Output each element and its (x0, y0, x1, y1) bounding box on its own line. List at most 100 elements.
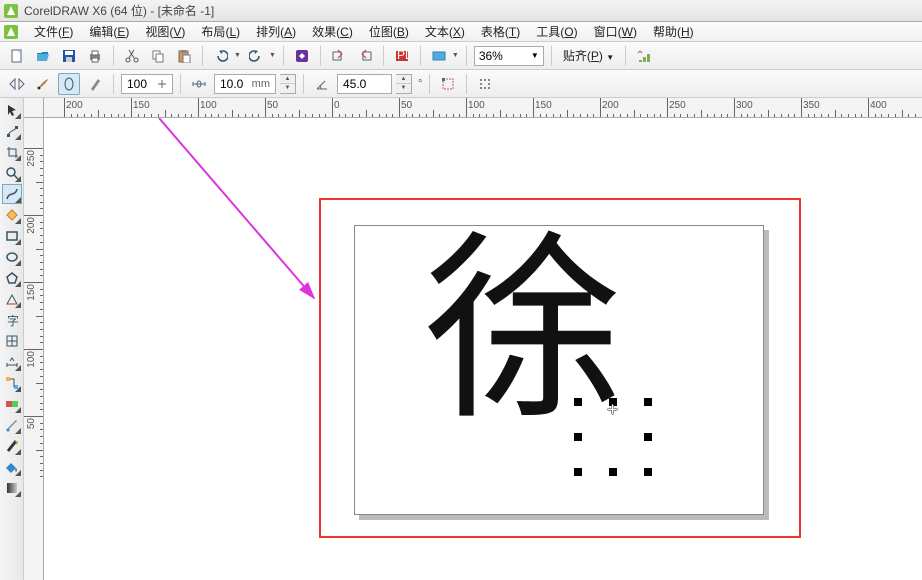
save-button[interactable] (58, 45, 80, 67)
bounding-box-button[interactable] (437, 73, 459, 95)
connector-tool[interactable] (2, 373, 22, 393)
menu-table[interactable]: 表格(T) (473, 21, 528, 42)
menu-text[interactable]: 文本(X) (417, 21, 473, 42)
ruler-label: 150 (133, 100, 150, 111)
ruler-label: 250 (669, 100, 686, 111)
svg-text:PDF: PDF (397, 49, 409, 62)
ruler-label: 300 (736, 100, 753, 111)
toolbox: 字 (0, 98, 24, 580)
fill-tool[interactable] (2, 457, 22, 477)
selection-handle[interactable] (609, 468, 617, 476)
standard-toolbar: ▼ ▼ PDF ▼ 36% ▼ 贴齐(P) ▼ (0, 42, 922, 70)
property-bar: 100 10.0 mm ▲▼ 45.0 ▲▼ ° (0, 70, 922, 98)
selection-handle[interactable] (644, 433, 652, 441)
table-tool[interactable] (2, 331, 22, 351)
annotation-arrow (44, 118, 344, 338)
redo-dropdown-icon[interactable]: ▼ (269, 52, 276, 59)
ruler-label: 0 (334, 100, 340, 111)
redo-button[interactable] (245, 45, 267, 67)
ruler-label: 400 (870, 100, 887, 111)
paste-button[interactable] (173, 45, 195, 67)
print-button[interactable] (84, 45, 106, 67)
freehand-tool[interactable] (2, 184, 22, 204)
preset-stroke-input[interactable]: 100 (121, 74, 173, 94)
ruler-label: 200 (66, 100, 83, 111)
cut-button[interactable] (121, 45, 143, 67)
angle-input[interactable]: 45.0 (337, 74, 392, 94)
ruler-origin[interactable] (24, 98, 44, 118)
nib-shape-button[interactable] (58, 73, 80, 95)
ruler-label: 50 (267, 100, 278, 111)
canvas[interactable]: 徐 × (44, 118, 922, 580)
selection-handle[interactable] (644, 398, 652, 406)
selection-handle[interactable] (644, 468, 652, 476)
copy-button[interactable] (147, 45, 169, 67)
nib-width-input[interactable]: 10.0 mm (214, 74, 276, 94)
outline-tool[interactable] (2, 436, 22, 456)
angle-spinner[interactable]: ▲▼ (396, 74, 412, 94)
ruler-label: 50 (401, 100, 412, 111)
menu-view[interactable]: 视图(V) (137, 21, 193, 42)
title-bar: CorelDRAW X6 (64 位) - [未命名 -1] (0, 0, 922, 22)
mirror-h-button[interactable] (6, 73, 28, 95)
undo-dropdown-icon[interactable]: ▼ (234, 52, 241, 59)
drawing-area: 20015010050050100150200250300350400 2502… (24, 98, 922, 580)
text-tool[interactable]: 字 (2, 310, 22, 330)
nib-width-spinner[interactable]: ▲▼ (280, 74, 296, 94)
zoom-tool[interactable] (2, 163, 22, 183)
menu-help[interactable]: 帮助(H) (645, 21, 702, 42)
rectangle-tool[interactable] (2, 226, 22, 246)
ruler-label: 350 (803, 100, 820, 111)
eyedropper-tool[interactable] (2, 415, 22, 435)
publish-pdf-button[interactable]: PDF (391, 45, 413, 67)
menu-file[interactable]: 文件(F) (26, 21, 81, 42)
menu-arrange[interactable]: 排列(A) (248, 21, 304, 42)
export-button[interactable] (354, 45, 376, 67)
menu-bitmaps[interactable]: 位图(B) (361, 21, 417, 42)
move-cursor-icon (607, 403, 619, 417)
svg-text:字: 字 (7, 313, 19, 327)
shape-tool[interactable] (2, 121, 22, 141)
app-launcher-dropdown-icon[interactable]: ▼ (452, 52, 459, 59)
brush-select-button[interactable] (32, 73, 54, 95)
workspace: 字 20015010050050100150200250300350400 25… (0, 98, 922, 580)
menu-tools[interactable]: 工具(O) (528, 21, 585, 42)
calligraphic-nib-button[interactable] (84, 73, 106, 95)
menu-layout[interactable]: 布局(L) (193, 21, 248, 42)
smart-fill-tool[interactable] (2, 205, 22, 225)
selection-handle[interactable] (574, 433, 582, 441)
dimension-tool[interactable] (2, 352, 22, 372)
menu-window[interactable]: 窗口(W) (586, 21, 645, 42)
horizontal-ruler[interactable]: 20015010050050100150200250300350400 (44, 98, 922, 118)
new-button[interactable] (6, 45, 28, 67)
menu-edit[interactable]: 编辑(E) (81, 21, 137, 42)
interactive-fill-tool[interactable] (2, 478, 22, 498)
polygon-tool[interactable] (2, 268, 22, 288)
ruler-label: 150 (26, 284, 37, 301)
crop-tool[interactable] (2, 142, 22, 162)
smooth-button[interactable] (474, 73, 496, 95)
zoom-combo[interactable]: 36% ▼ (474, 46, 544, 66)
basic-shapes-tool[interactable] (2, 289, 22, 309)
ruler-label: 100 (200, 100, 217, 111)
pick-tool[interactable] (2, 100, 22, 120)
search-button[interactable] (291, 45, 313, 67)
interactive-blend-tool[interactable] (2, 394, 22, 414)
open-button[interactable] (32, 45, 54, 67)
ruler-label: 50 (26, 418, 37, 429)
menu-effects[interactable]: 效果(C) (304, 21, 361, 42)
snap-to-button[interactable]: 贴齐(P) ▼ (559, 45, 618, 66)
artwork-glyph[interactable]: 徐 (424, 233, 624, 433)
window-title: CorelDRAW X6 (64 位) - [未命名 -1] (24, 2, 214, 19)
ruler-label: 150 (535, 100, 552, 111)
undo-button[interactable] (210, 45, 232, 67)
ruler-label: 250 (26, 150, 37, 167)
selection-handle[interactable] (574, 398, 582, 406)
selection-handle[interactable] (574, 468, 582, 476)
options-button[interactable] (633, 45, 655, 67)
ellipse-tool[interactable] (2, 247, 22, 267)
import-button[interactable] (328, 45, 350, 67)
app-launcher-button[interactable] (428, 45, 450, 67)
nib-width-icon (188, 73, 210, 95)
vertical-ruler[interactable]: 25020015010050 (24, 118, 44, 580)
